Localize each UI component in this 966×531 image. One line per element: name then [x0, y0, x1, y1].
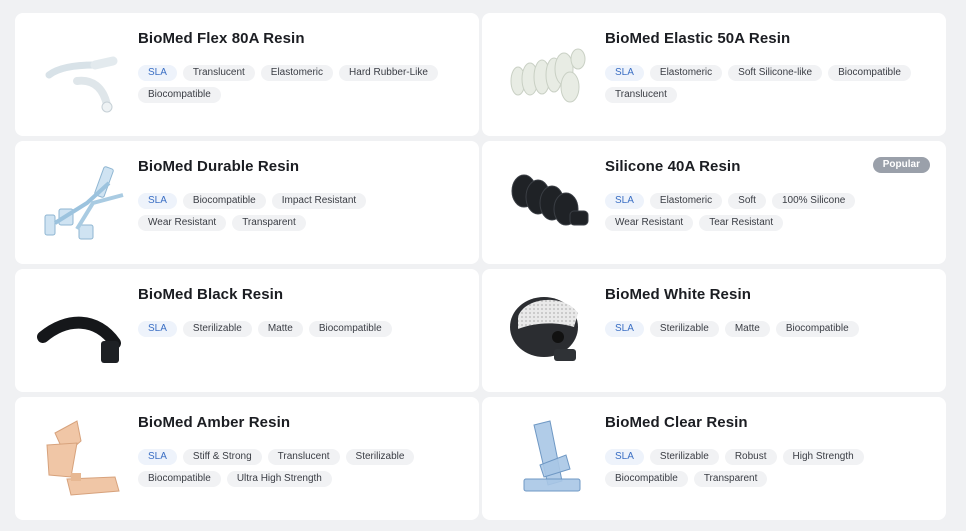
tag-list: SLA Translucent Elastomeric Hard Rubber-…	[138, 65, 458, 103]
product-title[interactable]: BioMed Black Resin	[138, 286, 283, 303]
tag: Biocompatible	[182, 193, 266, 209]
tag: Sterilizable	[649, 449, 719, 465]
tag: Transparent	[232, 215, 306, 231]
tag: Transparent	[693, 471, 768, 487]
elastic-bellows-icon	[504, 31, 604, 117]
product-title[interactable]: BioMed Amber Resin	[138, 414, 290, 431]
product-card-biomed-clear[interactable]: BioMed Clear Resin SLA Sterilizable Robu…	[482, 397, 946, 520]
tag-sla: SLA	[138, 193, 177, 209]
tag-list: SLA Biocompatible Impact Resistant Wear …	[138, 193, 458, 231]
product-card-biomed-black[interactable]: BioMed Black Resin SLA Sterilizable Matt…	[15, 269, 479, 392]
skull-model-icon	[504, 287, 604, 373]
product-card-silicone-40a[interactable]: Silicone 40A Resin Popular SLA Elastomer…	[482, 141, 946, 264]
amber-guide-icon	[37, 415, 137, 501]
tag-sla: SLA	[138, 321, 177, 337]
black-curved-part-icon	[37, 287, 137, 373]
tag-list: SLA Stiff & Strong Translucent Steriliza…	[138, 449, 458, 487]
tag-sla: SLA	[605, 65, 644, 81]
tag: Matte	[257, 321, 303, 337]
tag: Soft	[728, 193, 766, 209]
tag: Biocompatible	[308, 321, 392, 337]
tag: Biocompatible	[138, 471, 221, 487]
product-title[interactable]: BioMed Clear Resin	[605, 414, 748, 431]
product-card-biomed-white[interactable]: BioMed White Resin SLA Sterilizable Matt…	[482, 269, 946, 392]
tag: Elastomeric	[260, 65, 334, 81]
durable-connector-icon	[37, 159, 137, 245]
tag: Wear Resistant	[605, 215, 694, 231]
tag: Translucent	[267, 449, 340, 465]
product-title[interactable]: BioMed Flex 80A Resin	[138, 30, 305, 47]
product-title[interactable]: BioMed White Resin	[605, 286, 751, 303]
product-card-biomed-durable[interactable]: BioMed Durable Resin SLA Biocompatible I…	[15, 141, 479, 264]
tag: Biocompatible	[605, 471, 688, 487]
popular-badge: Popular	[872, 157, 930, 173]
tag-list: SLA Elastomeric Soft Silicone-like Bioco…	[605, 65, 925, 103]
tag: Elastomeric	[649, 193, 723, 209]
tag: Sterilizable	[345, 449, 415, 465]
tag: Translucent	[182, 65, 255, 81]
tag-sla: SLA	[138, 449, 177, 465]
product-grid: BioMed Flex 80A Resin SLA Translucent El…	[0, 0, 966, 531]
tag-sla: SLA	[605, 449, 644, 465]
tag-list: SLA Sterilizable Matte Biocompatible	[138, 321, 458, 337]
product-title[interactable]: BioMed Durable Resin	[138, 158, 299, 175]
tag: Biocompatible	[828, 65, 911, 81]
tag: Hard Rubber-Like	[339, 65, 438, 81]
tag-list: SLA Sterilizable Robust High Strength Bi…	[605, 449, 925, 487]
clear-fixture-icon	[504, 415, 604, 501]
tag: Robust	[724, 449, 777, 465]
tag-sla: SLA	[605, 321, 644, 337]
tag: High Strength	[782, 449, 864, 465]
tag: 100% Silicone	[771, 193, 856, 209]
product-card-biomed-flex-80a[interactable]: BioMed Flex 80A Resin SLA Translucent El…	[15, 13, 479, 136]
tag: Stiff & Strong	[182, 449, 262, 465]
tag: Impact Resistant	[271, 193, 367, 209]
tag: Biocompatible	[775, 321, 859, 337]
tag: Elastomeric	[649, 65, 723, 81]
tag: Sterilizable	[182, 321, 252, 337]
tag-list: SLA Elastomeric Soft 100% Silicone Wear …	[605, 193, 925, 231]
product-card-biomed-amber[interactable]: BioMed Amber Resin SLA Stiff & Strong Tr…	[15, 397, 479, 520]
tag: Tear Resistant	[699, 215, 784, 231]
silicone-bellows-icon	[504, 159, 604, 245]
product-title[interactable]: BioMed Elastic 50A Resin	[605, 30, 790, 47]
tag: Wear Resistant	[138, 215, 227, 231]
tag: Biocompatible	[138, 87, 221, 103]
tag: Ultra High Strength	[226, 471, 332, 487]
tag-sla: SLA	[605, 193, 644, 209]
product-title[interactable]: Silicone 40A Resin	[605, 158, 740, 175]
tag: Translucent	[605, 87, 677, 103]
tag: Sterilizable	[649, 321, 719, 337]
flex-tubing-icon	[37, 31, 137, 117]
tag-list: SLA Sterilizable Matte Biocompatible	[605, 321, 925, 337]
tag: Matte	[724, 321, 770, 337]
tag: Soft Silicone-like	[728, 65, 823, 81]
product-card-biomed-elastic-50a[interactable]: BioMed Elastic 50A Resin SLA Elastomeric…	[482, 13, 946, 136]
tag-sla: SLA	[138, 65, 177, 81]
